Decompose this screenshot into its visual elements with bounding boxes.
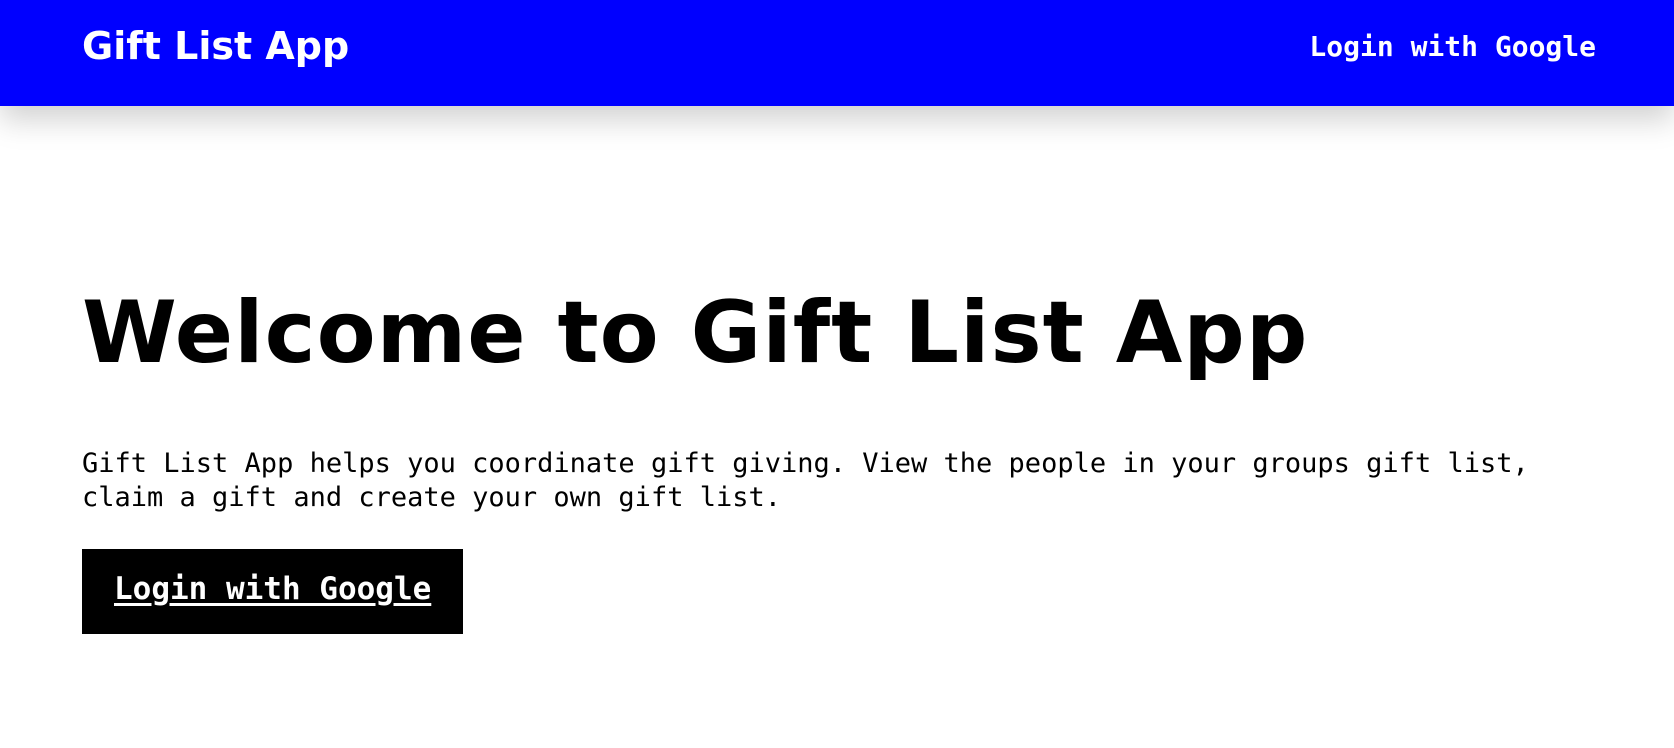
brand-link[interactable]: Gift List App — [82, 27, 349, 65]
welcome-content: Welcome to Gift List App Gift List App h… — [82, 286, 1592, 634]
login-with-google-button[interactable]: Login with Google — [82, 548, 464, 634]
top-navigation: Gift List App Login with Google — [0, 0, 1674, 106]
header-login-link[interactable]: Login with Google — [1309, 31, 1596, 63]
intro-text: Gift List App helps you coordinate gift … — [82, 447, 1529, 513]
welcome-heading: Welcome to Gift List App — [82, 283, 1309, 383]
